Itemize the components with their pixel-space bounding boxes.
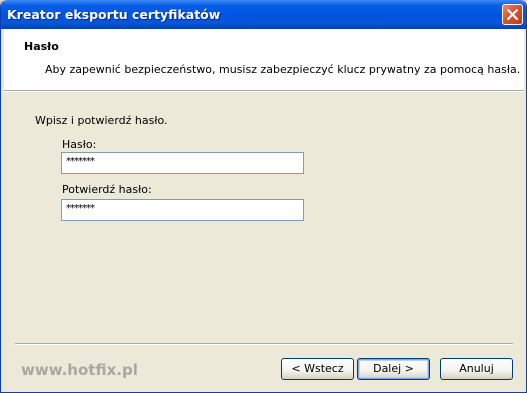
window-title: Kreator eksportu certyfikatów	[7, 7, 221, 22]
watermark: www.hotfix.pl	[21, 361, 138, 379]
title-bar[interactable]: Kreator eksportu certyfikatów	[1, 0, 526, 29]
password-field[interactable]: *******	[61, 152, 304, 174]
page-description: Aby zapewnić bezpieczeństwo, musisz zabe…	[45, 63, 521, 76]
next-button[interactable]: Dalej >	[357, 358, 430, 380]
cancel-button[interactable]: Anuluj	[440, 358, 513, 380]
confirm-password-label: Potwierdź hasło:	[62, 183, 152, 196]
close-icon	[507, 9, 518, 20]
close-button[interactable]	[502, 4, 523, 25]
page-title: Hasło	[24, 40, 59, 53]
footer-divider	[15, 343, 513, 345]
instruction-text: Wpisz i potwierdź hasło.	[35, 114, 168, 127]
wizard-window: Kreator eksportu certyfikatów Hasło Aby …	[0, 0, 527, 393]
header-panel: Hasło Aby zapewnić bezpieczeństwo, musis…	[4, 29, 524, 90]
back-button[interactable]: < Wstecz	[281, 358, 354, 380]
confirm-password-field[interactable]: *******	[61, 199, 304, 221]
content-area: Wpisz i potwierdź hasło. Hasło: ******* …	[1, 92, 526, 332]
password-label: Hasło:	[62, 138, 97, 151]
